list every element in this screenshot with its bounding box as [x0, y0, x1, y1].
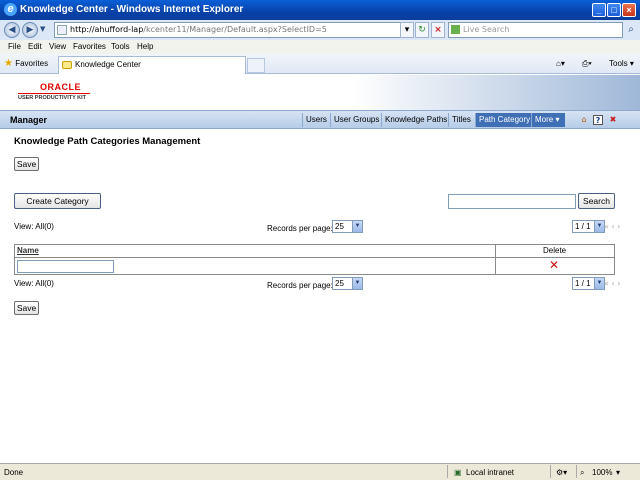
menu-help[interactable]: Help — [137, 40, 153, 54]
records-per-page-select-bottom[interactable]: 25 ▼ — [332, 277, 363, 290]
logo-rule — [18, 93, 90, 94]
browser-tab-knowledge-center[interactable]: Knowledge Center — [58, 56, 246, 74]
pager-nav-top[interactable]: « ‹ › — [604, 222, 620, 231]
history-dropdown-icon[interactable]: ▼ — [40, 25, 45, 33]
records-per-page-label-bottom: Records per page: — [267, 281, 333, 290]
internet-explorer-icon: e — [4, 3, 17, 16]
page-select-bottom[interactable]: 1 / 1 ▼ — [572, 277, 605, 290]
status-divider — [447, 465, 448, 478]
help-icon[interactable]: ? — [593, 115, 603, 125]
security-zone: Local intranet — [466, 468, 515, 477]
search-placeholder: Live Search — [463, 25, 510, 34]
column-header-name[interactable]: Name — [17, 246, 39, 255]
tab-page-icon — [62, 61, 72, 69]
chevron-down-icon: ▼ — [594, 221, 604, 232]
create-category-button[interactable]: Create Category — [14, 193, 101, 209]
status-divider — [550, 465, 551, 478]
logout-icon[interactable]: ✖ — [608, 115, 618, 125]
chevron-down-icon: ▼ — [352, 278, 362, 289]
page-title: Knowledge Path Categories Management — [14, 136, 201, 147]
tab-knowledge-paths[interactable]: Knowledge Paths — [381, 113, 450, 127]
window-title-bar: e Knowledge Center - Windows Internet Ex… — [0, 0, 640, 20]
tab-users[interactable]: Users — [302, 113, 330, 127]
search-button[interactable]: Search — [578, 193, 615, 209]
menu-view[interactable]: View — [49, 40, 66, 54]
new-tab-button[interactable] — [247, 58, 265, 73]
close-window-button[interactable]: × — [622, 3, 636, 17]
favorites-bar: ★ Favorites Knowledge Center ⌂▾ ⎙▾ Tools… — [0, 54, 640, 74]
tab-user-groups[interactable]: User Groups — [330, 113, 382, 127]
column-divider — [495, 245, 496, 274]
tab-more-label: More — [535, 115, 554, 124]
records-per-page-select-top[interactable]: 25 ▼ — [332, 220, 363, 233]
refresh-icon[interactable]: ↻ — [415, 22, 429, 38]
page-select-top[interactable]: 1 / 1 ▼ — [572, 220, 605, 233]
search-go-icon[interactable]: ⌕ — [624, 22, 638, 38]
menu-edit[interactable]: Edit — [28, 40, 42, 54]
app-header: ORACLE USER PRODUCTIVITY KIT — [0, 75, 640, 110]
window-title: Knowledge Center - Windows Internet Expl… — [20, 4, 244, 15]
page-icon — [57, 25, 67, 35]
chevron-down-icon: ▼ — [352, 221, 362, 232]
table-header-row: Name Delete — [15, 245, 614, 258]
tab-more[interactable]: More ▾ — [531, 113, 565, 127]
records-per-page-value-bottom: 25 — [335, 279, 344, 288]
chevron-down-icon: ▼ — [594, 278, 604, 289]
new-category-name-input[interactable] — [17, 260, 114, 273]
stop-icon[interactable]: × — [431, 22, 445, 38]
home-toolbar-icon[interactable]: ⌂▾ — [556, 58, 565, 70]
save-button-top[interactable]: Save — [14, 157, 39, 171]
zoom-dropdown-icon[interactable]: ▾ — [616, 465, 620, 480]
status-divider — [576, 465, 577, 478]
live-search-input[interactable]: Live Search — [448, 22, 623, 38]
view-all-bottom: View: All(0) — [14, 279, 54, 288]
minimize-button[interactable]: _ — [592, 3, 606, 17]
protected-mode-icon[interactable]: ⚙▾ — [556, 465, 567, 480]
tab-title: Knowledge Center — [75, 60, 141, 69]
favorites-star-icon: ★ — [4, 58, 13, 69]
product-name: USER PRODUCTIVITY KIT — [18, 95, 87, 101]
status-bar: Done ▣ Local intranet ⚙▾ ⌕ 100% ▾ — [0, 463, 640, 480]
maximize-button[interactable]: □ — [607, 3, 621, 17]
column-header-delete: Delete — [543, 246, 567, 255]
tools-button[interactable]: Tools ▾ — [609, 58, 634, 70]
tools-label: Tools — [609, 59, 628, 68]
menu-tools[interactable]: Tools — [111, 40, 130, 54]
categories-table: Name Delete ✕ — [14, 244, 615, 275]
records-per-page-value-top: 25 — [335, 222, 344, 231]
tab-titles[interactable]: Titles — [448, 113, 474, 127]
address-dropdown-icon[interactable]: ▾ — [400, 22, 414, 38]
status-text: Done — [4, 468, 24, 477]
address-bar[interactable]: http://ahufford-lap/kcenter11/Manager/De… — [54, 22, 412, 38]
section-title: Manager — [10, 115, 48, 125]
delete-x-icon[interactable]: ✕ — [549, 258, 559, 272]
menu-bar: File Edit View Favorites Tools Help — [0, 40, 640, 54]
url-host: http://ahufford-lap — [70, 25, 144, 34]
intranet-zone-icon: ▣ — [454, 468, 462, 477]
tab-path-category[interactable]: Path Category — [475, 113, 534, 127]
live-search-logo-icon — [451, 25, 460, 34]
menu-favorites[interactable]: Favorites — [73, 40, 106, 54]
url-path: /kcenter11/Manager/Default.aspx?SelectID… — [143, 25, 327, 34]
manager-nav-bar: Manager Users User Groups Knowledge Path… — [0, 110, 640, 129]
back-button[interactable]: ◀ — [4, 22, 20, 38]
favorites-button[interactable]: ★ Favorites — [4, 58, 48, 70]
oracle-logo: ORACLE — [40, 82, 81, 92]
print-icon[interactable]: ⎙▾ — [582, 58, 592, 70]
address-toolbar: ◀ ▶ ▼ http://ahufford-lap/kcenter11/Mana… — [0, 20, 640, 40]
page-indicator-bottom: 1 / 1 — [575, 279, 591, 288]
pager-nav-bottom[interactable]: « ‹ › — [604, 279, 620, 288]
zoom-icon[interactable]: ⌕ — [580, 465, 584, 480]
save-button-bottom[interactable]: Save — [14, 301, 39, 315]
zoom-level[interactable]: 100% — [592, 465, 612, 480]
favorites-label: Favorites — [15, 59, 49, 68]
page-indicator-top: 1 / 1 — [575, 222, 591, 231]
records-per-page-label-top: Records per page: — [267, 224, 333, 233]
menu-file[interactable]: File — [8, 40, 21, 54]
forward-button[interactable]: ▶ — [22, 22, 38, 38]
home-icon[interactable]: ⌂ — [579, 115, 589, 125]
view-all-top: View: All(0) — [14, 222, 54, 231]
category-search-input[interactable] — [448, 194, 576, 209]
